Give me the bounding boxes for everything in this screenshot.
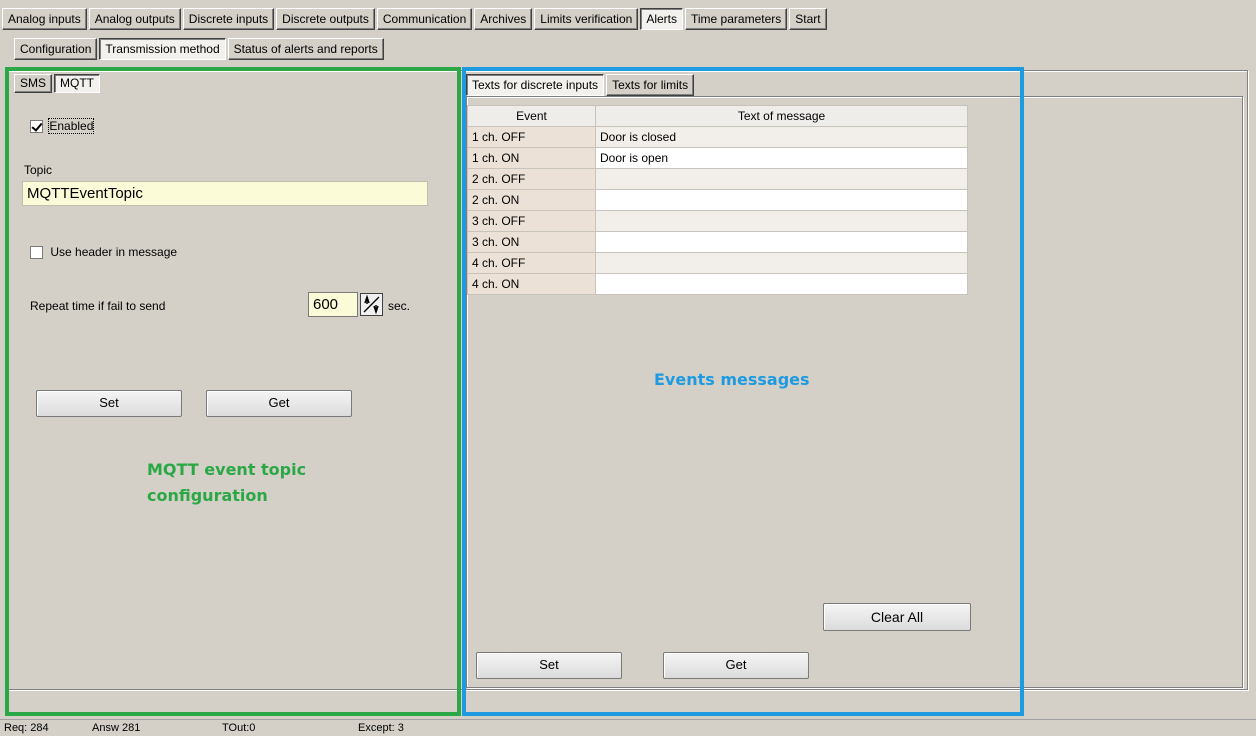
- tab-archives[interactable]: Archives: [474, 8, 533, 30]
- status-timeouts: TOut:0: [222, 722, 256, 734]
- tab-communication[interactable]: Communication: [376, 8, 473, 30]
- tab-configuration[interactable]: Configuration: [14, 38, 98, 60]
- status-answers: Answ 281: [92, 722, 141, 734]
- tab-start[interactable]: Start: [789, 8, 827, 30]
- tab-time-parameters[interactable]: Time parameters: [685, 8, 788, 30]
- status-bar: Req: 284 Answ 281 TOut:0 Except: 3: [0, 719, 1256, 735]
- status-requests: Req: 284: [4, 722, 49, 734]
- tab-discrete-inputs[interactable]: Discrete inputs: [182, 8, 275, 30]
- tab-limits-verification[interactable]: Limits verification: [534, 8, 639, 30]
- tab-alerts[interactable]: Alerts: [640, 8, 683, 30]
- status-exceptions: Except: 3: [358, 722, 404, 734]
- tab-analog-inputs[interactable]: Analog inputs: [2, 8, 87, 30]
- mqtt-highlight-frame: [5, 67, 461, 716]
- tab-status-of-alerts[interactable]: Status of alerts and reports: [227, 38, 384, 60]
- tab-analog-outputs[interactable]: Analog outputs: [88, 8, 181, 30]
- tab-transmission-method[interactable]: Transmission method: [99, 38, 226, 60]
- tab-discrete-outputs[interactable]: Discrete outputs: [276, 8, 375, 30]
- events-highlight-frame: [462, 67, 1024, 716]
- alerts-sub-tab-bar: Configuration Transmission method Status…: [14, 38, 386, 60]
- top-tab-bar: Analog inputs Analog outputs Discrete in…: [2, 8, 829, 30]
